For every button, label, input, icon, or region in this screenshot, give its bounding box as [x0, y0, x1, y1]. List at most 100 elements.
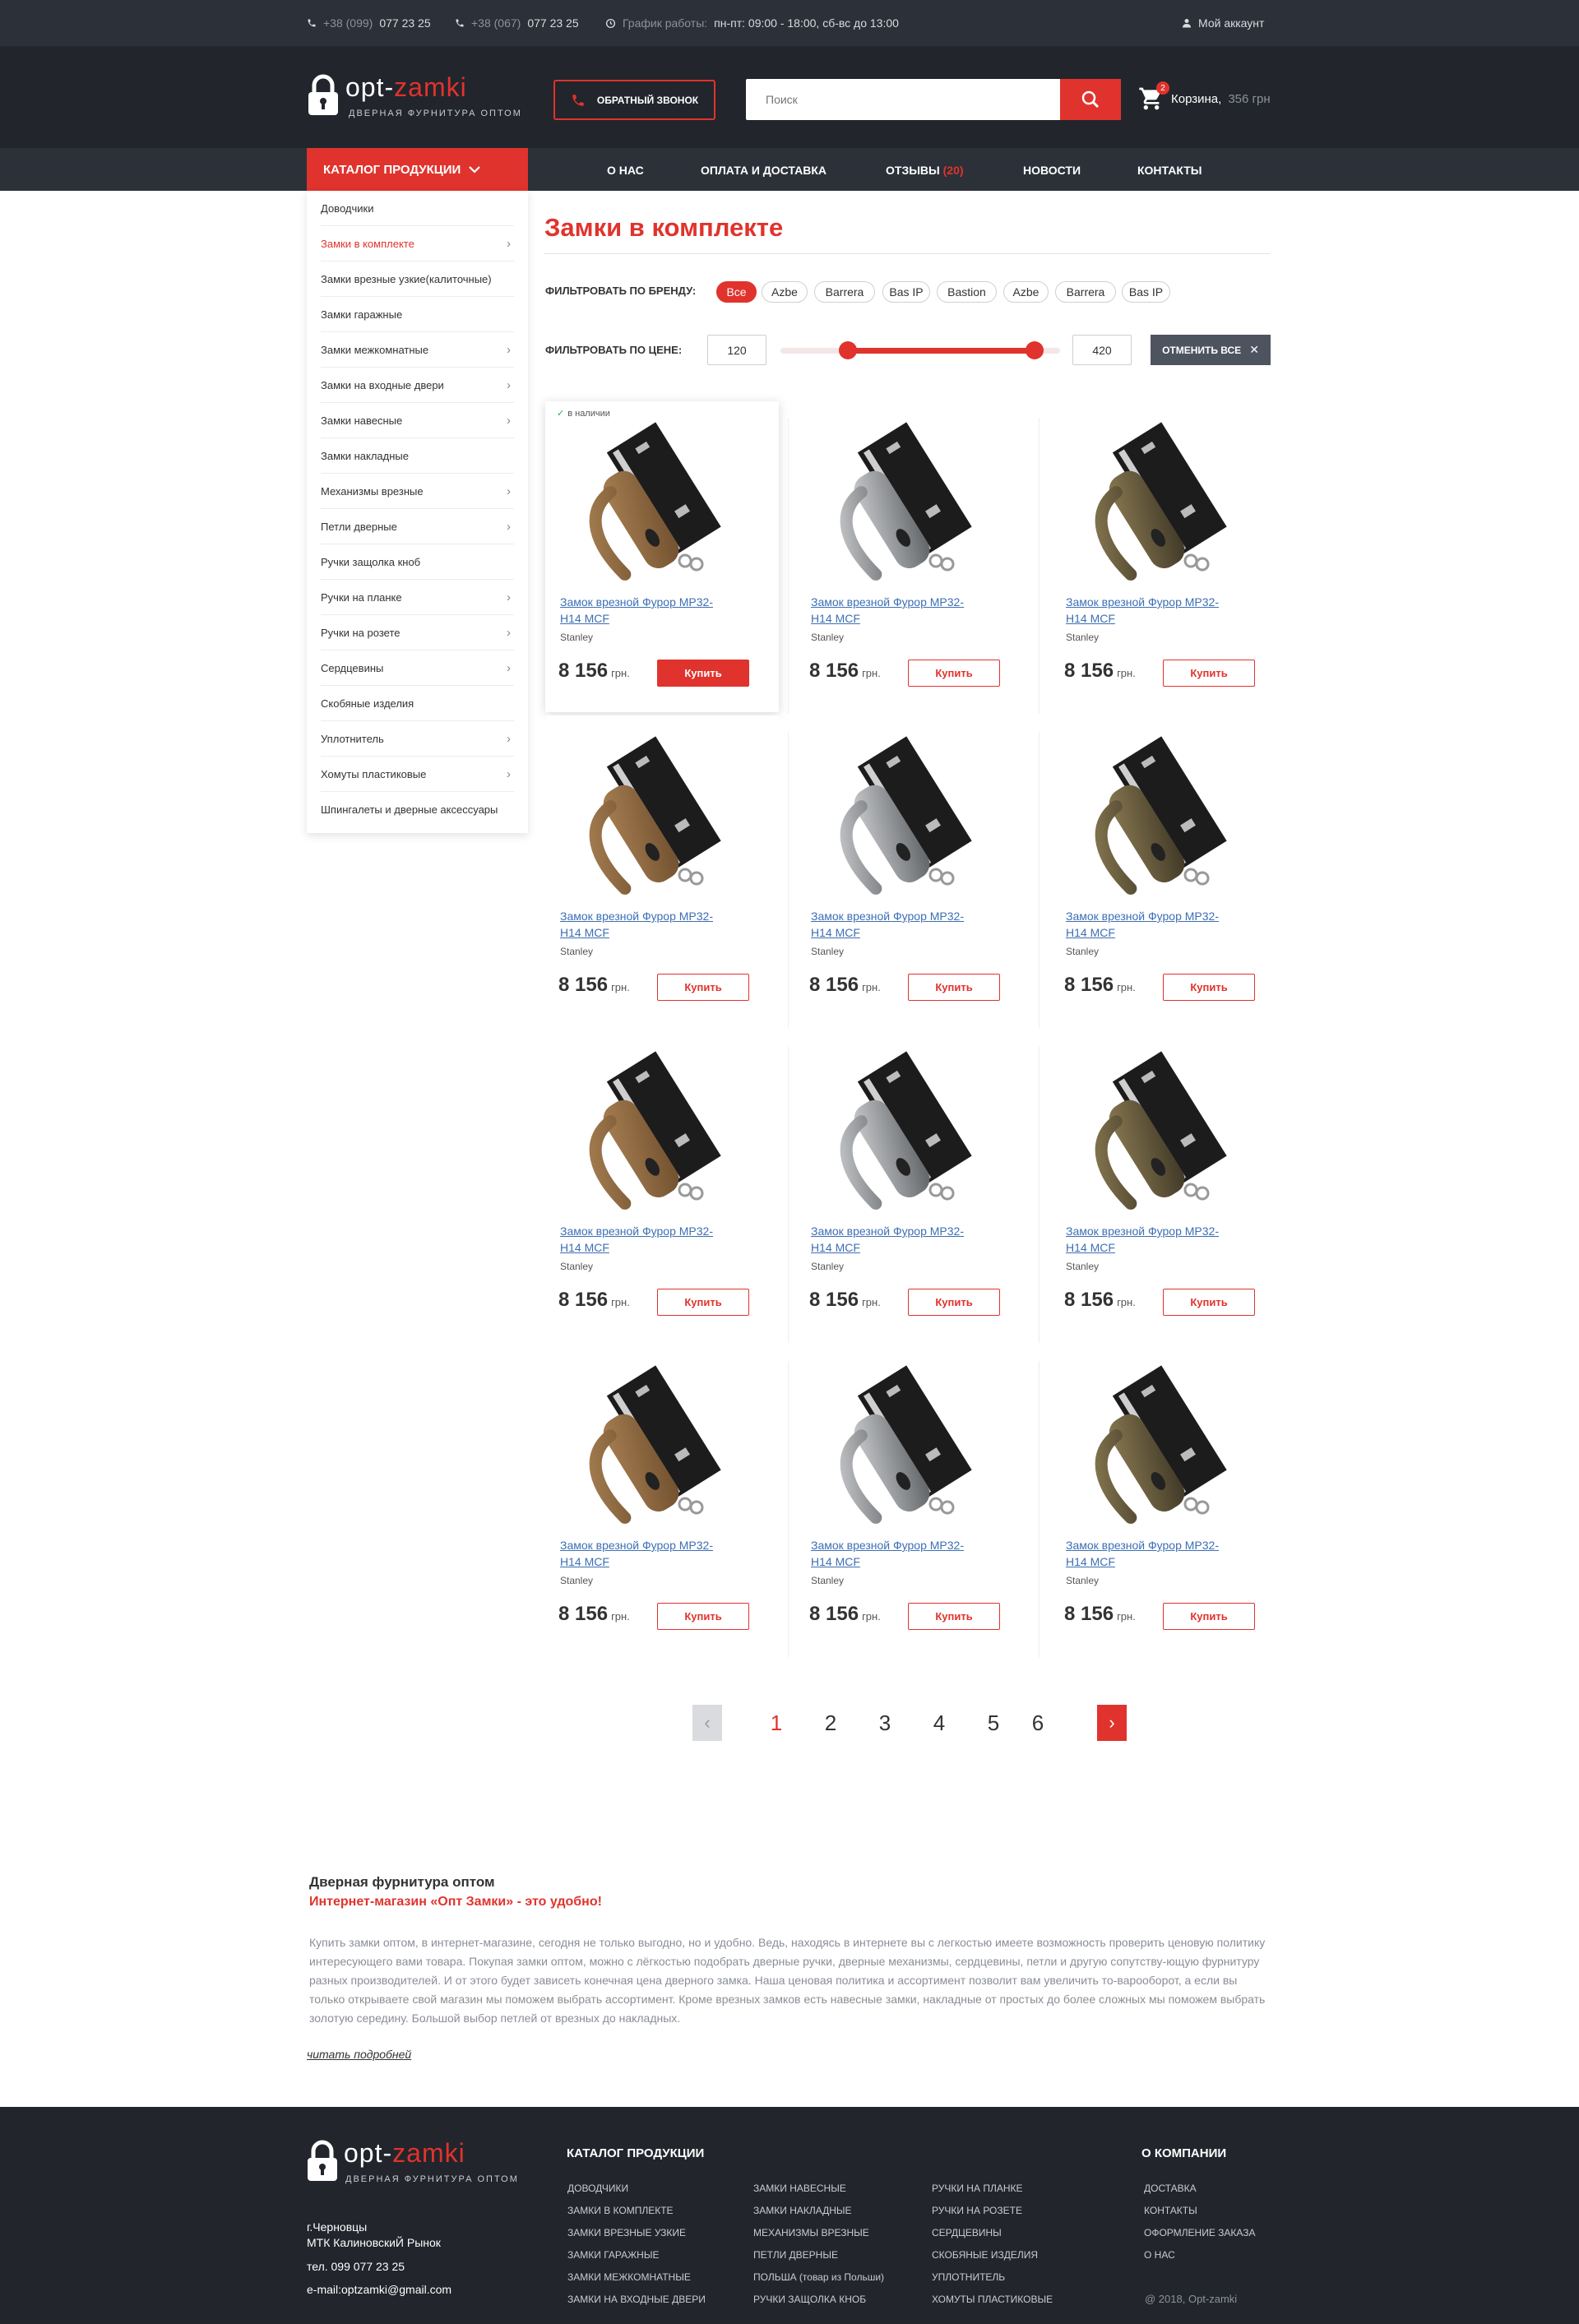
footer-link[interactable]: РУЧКИ НА ПЛАНКЕ [932, 2183, 1022, 2194]
sidebar-item[interactable]: Ручки на планке › [321, 580, 514, 615]
footer-link[interactable]: ЗАМКИ ВРЕЗНЫЕ УЗКИЕ [567, 2227, 686, 2238]
sidebar-item[interactable]: Доводчики [321, 191, 514, 226]
product-image[interactable] [576, 1363, 741, 1527]
price-slider-min-handle[interactable] [838, 341, 857, 359]
cart-link[interactable]: 2 Корзина, 356 грн [1138, 81, 1271, 112]
footer-link[interactable]: ЗАМКИ НАКЛАДНЫЕ [753, 2205, 852, 2216]
product-image[interactable] [1082, 1363, 1247, 1527]
footer-link[interactable]: ЗАМКИ ГАРАЖНЫЕ [567, 2249, 659, 2261]
buy-button[interactable]: Купить [908, 1603, 1000, 1630]
sidebar-item[interactable]: Хомуты пластиковые › [321, 757, 514, 792]
footer-link[interactable]: ЗАМКИ В КОМПЛЕКТЕ [567, 2205, 674, 2216]
reset-filters-button[interactable]: ОТМЕНИТЬ ВСЕ ✕ [1151, 335, 1271, 365]
footer-link[interactable]: ЗАМКИ МЕЖКОМНАТНЫЕ [567, 2271, 691, 2283]
page-number-2[interactable]: 2 [816, 1705, 845, 1741]
brand-chip[interactable]: Azbe [1003, 281, 1049, 303]
product-image[interactable] [576, 419, 741, 584]
buy-button[interactable]: Купить [657, 1289, 749, 1316]
footer-link[interactable]: РУЧКИ ЗАЩОЛКА КНОБ [753, 2294, 866, 2305]
brand-chip[interactable]: Bastion [937, 281, 997, 303]
buy-button[interactable]: Купить [657, 660, 749, 687]
product-name-link[interactable]: Замок врезной Фурор MP32-H14 MCF [1066, 1537, 1222, 1570]
pagination-next-button[interactable]: › [1097, 1705, 1127, 1741]
footer-link[interactable]: СЕРДЦЕВИНЫ [932, 2227, 1002, 2238]
footer-link[interactable]: ПОЛЬША (товар из Польши) [753, 2271, 884, 2283]
price-min-input[interactable] [707, 335, 766, 365]
footer-link[interactable]: СКОБЯНЫЕ ИЗДЕЛИЯ [932, 2249, 1038, 2261]
sidebar-item[interactable]: Ручки на розете › [321, 615, 514, 650]
footer-logo-wordmark[interactable]: opt-zamki [344, 2138, 465, 2169]
page-number-3[interactable]: 3 [870, 1705, 900, 1741]
sidebar-item[interactable]: Сердцевины › [321, 650, 514, 686]
sidebar-item[interactable]: Замки на входные двери › [321, 368, 514, 403]
page-number-1[interactable]: 1 [762, 1705, 791, 1741]
brand-chip[interactable]: Barrera [1055, 281, 1116, 303]
product-image[interactable] [576, 734, 741, 898]
sidebar-item[interactable]: Шпингалеты и дверные аксессуары [321, 792, 514, 827]
sidebar-item[interactable]: Уплотнитель › [321, 721, 514, 757]
nav-news[interactable]: НОВОСТИ [1023, 164, 1081, 177]
brand-chip[interactable]: Barrera [814, 281, 875, 303]
product-image[interactable] [1082, 734, 1247, 898]
price-slider-max-handle[interactable] [1026, 341, 1044, 359]
product-name-link[interactable]: Замок врезной Фурор MP32-H14 MCF [1066, 1223, 1222, 1256]
product-name-link[interactable]: Замок врезной Фурор MP32-H14 MCF [811, 1223, 967, 1256]
sidebar-item[interactable]: Замки врезные узкие(калиточные) [321, 262, 514, 297]
product-image[interactable] [576, 1049, 741, 1213]
product-image[interactable] [1082, 419, 1247, 584]
buy-button[interactable]: Купить [908, 660, 1000, 687]
footer-link[interactable]: КОНТАКТЫ [1144, 2205, 1197, 2216]
product-name-link[interactable]: Замок врезной Фурор MP32-H14 MCF [560, 1223, 716, 1256]
footer-link[interactable]: ЗАМКИ НА ВХОДНЫЕ ДВЕРИ [567, 2294, 706, 2305]
product-name-link[interactable]: Замок врезной Фурор MP32-H14 MCF [1066, 908, 1222, 941]
account-link[interactable]: Мой аккаунт [1182, 16, 1264, 30]
catalog-button[interactable]: КАТАЛОГ ПРОДУКЦИИ [307, 148, 528, 191]
sidebar-item[interactable]: Петли дверные › [321, 509, 514, 544]
sidebar-item[interactable]: Замки межкомнатные › [321, 332, 514, 368]
brand-chip[interactable]: Azbe [762, 281, 808, 303]
product-image[interactable] [827, 1049, 992, 1213]
lock-logo-icon[interactable] [307, 74, 340, 117]
footer-link[interactable]: ДОСТАВКА [1144, 2183, 1197, 2194]
buy-button[interactable]: Купить [908, 974, 1000, 1001]
product-name-link[interactable]: Замок врезной Фурор MP32-H14 MCF [560, 1537, 716, 1570]
logo-wordmark[interactable]: opt-zamki [345, 72, 467, 103]
footer-link[interactable]: УПЛОТНИТЕЛЬ [932, 2271, 1005, 2283]
footer-link[interactable]: О НАС [1144, 2249, 1175, 2261]
buy-button[interactable]: Купить [1163, 974, 1255, 1001]
sidebar-item[interactable]: Замки гаражные [321, 297, 514, 332]
footer-link[interactable]: ДОВОДЧИКИ [567, 2183, 628, 2194]
phone-1[interactable]: +38 (099) 077 23 25 [307, 16, 431, 30]
footer-link[interactable]: МЕХАНИЗМЫ ВРЕЗНЫЕ [753, 2227, 869, 2238]
page-number-4[interactable]: 4 [924, 1705, 954, 1741]
page-number-5[interactable]: 5 [979, 1705, 1008, 1741]
sidebar-item[interactable]: Механизмы врезные › [321, 474, 514, 509]
buy-button[interactable]: Купить [657, 1603, 749, 1630]
buy-button[interactable]: Купить [908, 1289, 1000, 1316]
footer-email[interactable]: e-mail:optzamki@gmail.com [307, 2283, 451, 2296]
product-image[interactable] [827, 734, 992, 898]
sidebar-item[interactable]: Ручки защолка кноб [321, 544, 514, 580]
product-name-link[interactable]: Замок врезной Фурор MP32-H14 MCF [560, 594, 716, 627]
lock-logo-icon[interactable] [306, 2140, 339, 2183]
product-image[interactable] [827, 1363, 992, 1527]
phone-2[interactable]: +38 (067) 077 23 25 [455, 16, 579, 30]
read-more-link[interactable]: читать подробней [307, 2048, 411, 2061]
nav-about[interactable]: О НАС [607, 164, 644, 177]
footer-link[interactable]: ЗАМКИ НАВЕСНЫЕ [753, 2183, 846, 2194]
price-max-input[interactable] [1072, 335, 1132, 365]
sidebar-item[interactable]: Скобяные изделия [321, 686, 514, 721]
search-input[interactable] [746, 79, 1060, 120]
footer-link[interactable]: ОФОРМЛЕНИЕ ЗАКАЗА [1144, 2227, 1256, 2238]
nav-contacts[interactable]: КОНТАКТЫ [1137, 164, 1202, 177]
footer-link[interactable]: РУЧКИ НА РОЗЕТЕ [932, 2205, 1022, 2216]
product-name-link[interactable]: Замок врезной Фурор MP32-H14 MCF [560, 908, 716, 941]
buy-button[interactable]: Купить [1163, 1603, 1255, 1630]
pagination-prev-button[interactable]: ‹ [692, 1705, 722, 1741]
buy-button[interactable]: Купить [657, 974, 749, 1001]
nav-reviews[interactable]: ОТЗЫВЫ (20) [886, 164, 964, 177]
buy-button[interactable]: Купить [1163, 1289, 1255, 1316]
footer-phone[interactable]: тел. 099 077 23 25 [307, 2260, 405, 2273]
brand-chip[interactable]: Bas IP [1122, 281, 1170, 303]
buy-button[interactable]: Купить [1163, 660, 1255, 687]
